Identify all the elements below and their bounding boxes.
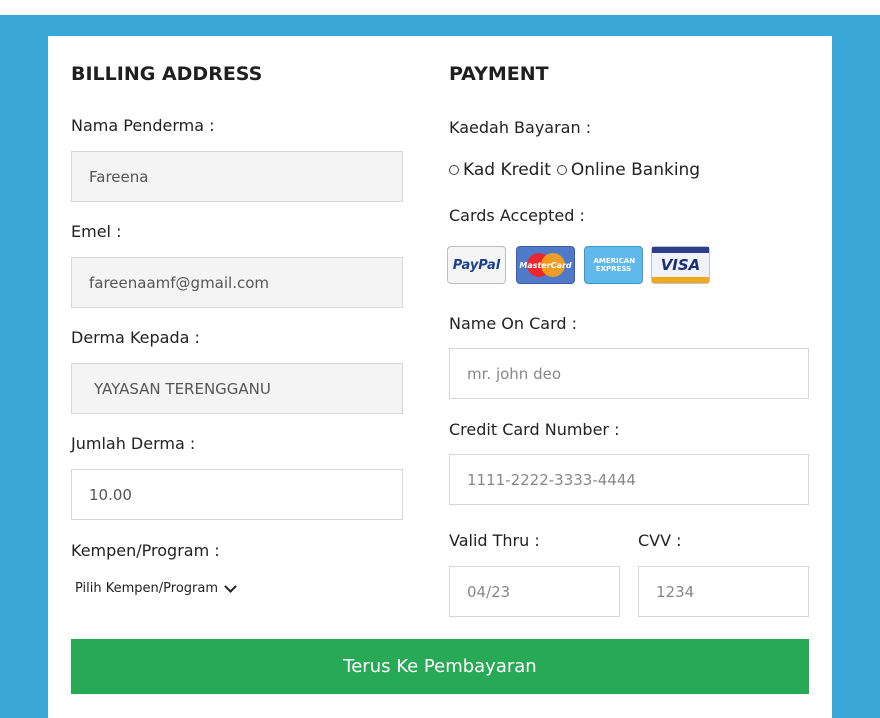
email-input-value: fareenaamf@gmail.com [89,273,270,292]
radio-online-banking[interactable]: Online Banking [556,160,701,180]
valid-thru-input[interactable]: 04/23 [449,566,620,617]
amount-input[interactable]: 10.00 [71,469,403,520]
card-number-label: Credit Card Number : [449,420,620,439]
radio-kad-kredit[interactable]: Kad Kredit [449,160,551,180]
method-label: Kaedah Bayaran : [449,118,592,137]
name-label: Nama Penderma : [71,116,215,135]
name-on-card-label: Name On Card : [449,314,578,333]
amex-icon-text: AMERICAN EXPRESS [593,257,636,273]
campaign-select-value: Pilih Kempen/Program [75,581,219,596]
radio-kad-kredit-label: Kad Kredit [463,160,551,180]
radio-online-banking-label: Online Banking [570,160,701,180]
paypal-icon-text: PayPal [452,257,501,273]
radio-circle-icon [449,165,459,175]
amex-icon: AMERICAN EXPRESS [584,246,643,284]
cards-label: Cards Accepted : [449,206,585,225]
email-label: Emel : [71,222,122,241]
email-input[interactable]: fareenaamf@gmail.com [71,257,403,308]
campaign-label: Kempen/Program : [71,541,220,560]
donation-form: BILLING ADDRESS Nama Penderma : Fareena … [48,36,832,718]
payment-method-options: Kad Kredit Online Banking [449,160,700,180]
campaign-select[interactable]: Pilih Kempen/Program [75,580,237,596]
card-number-input[interactable]: 1111-2222-3333-4444 [449,454,809,505]
card-number-placeholder: 1111-2222-3333-4444 [467,470,636,489]
name-on-card-input[interactable]: mr. john deo [449,348,809,399]
name-on-card-placeholder: mr. john deo [467,364,561,383]
cvv-input[interactable]: 1234 [638,566,809,617]
derma-input[interactable]: YAYASAN TERENGGANU [71,363,403,414]
cvv-placeholder: 1234 [656,582,695,601]
radio-circle-icon [556,165,567,175]
top-strip [0,0,880,15]
visa-icon: VISA [651,246,710,284]
visa-stripe-top [652,247,709,253]
amount-input-value: 10.00 [89,485,132,504]
visa-stripe-bottom [652,277,709,283]
derma-label: Derma Kepada : [71,328,200,347]
visa-icon-text: VISA [660,256,701,274]
valid-thru-label: Valid Thru : [449,531,540,550]
cvv-label: CVV : [638,531,682,550]
payment-heading: PAYMENT [449,63,549,85]
chevron-down-icon [224,580,237,593]
amount-label: Jumlah Derma : [71,434,196,453]
billing-heading: BILLING ADDRESS [71,63,263,85]
name-input[interactable]: Fareena [71,151,403,202]
name-input-value: Fareena [89,167,149,186]
valid-thru-placeholder: 04/23 [467,582,511,601]
derma-input-value: YAYASAN TERENGGANU [94,379,271,398]
paypal-icon: PayPal [447,246,506,284]
mastercard-icon: MasterCard [516,246,575,284]
submit-payment-button[interactable]: Terus Ke Pembayaran [71,639,809,694]
mastercard-icon-text: MasterCard [519,260,572,270]
